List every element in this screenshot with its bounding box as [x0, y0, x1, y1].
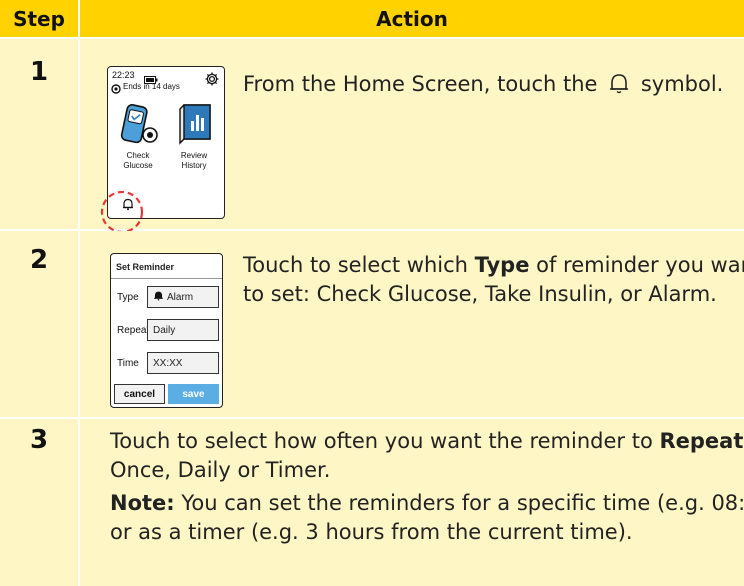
time-value: XX:XX — [153, 357, 183, 369]
screen-title: Set Reminder — [116, 262, 175, 272]
step-1-instruction: From the Home Screen, touch the symbol. — [243, 70, 723, 103]
bell-icon — [604, 71, 634, 103]
instruction-text: Once, Daily or Timer. — [110, 458, 331, 482]
action-cell-2: Set Reminder Type Alarm Repeat Daily Tim… — [80, 231, 744, 417]
step-3-instruction: Touch to select how often you want the r… — [110, 427, 744, 547]
instruction-text: Touch to select which — [243, 253, 468, 277]
step-number: 3 — [29, 425, 49, 455]
save-button[interactable]: save — [168, 384, 219, 404]
note-label: Note: — [110, 491, 175, 515]
step-number: 1 — [29, 57, 49, 87]
tile-label-line1: Check — [126, 151, 150, 160]
step-cell-2: 2 — [0, 231, 78, 417]
type-value: Alarm — [167, 291, 194, 303]
header-step: Step — [0, 0, 78, 37]
sensor-status: Ends in 14 days — [123, 82, 180, 91]
tile-label-line2: History — [181, 161, 207, 170]
divider — [111, 278, 222, 279]
repeat-value: Daily — [153, 324, 176, 336]
note-text: You can set the reminders for a specific… — [181, 491, 744, 515]
gear-icon[interactable] — [204, 71, 220, 92]
clock-time: 22:23 — [112, 70, 135, 80]
cancel-button[interactable]: cancel — [114, 384, 165, 404]
check-glucose-tile[interactable]: Check Glucose — [114, 103, 164, 183]
repeat-label: Repeat — [117, 325, 150, 336]
instruction-text: symbol. — [640, 72, 724, 96]
tile-label-line1: Review — [180, 151, 208, 160]
type-label: Type — [117, 292, 139, 303]
instruction-text: of reminder you want — [536, 253, 744, 277]
repeat-field[interactable]: Daily — [147, 319, 219, 341]
step-number: 2 — [29, 245, 49, 275]
history-book-icon — [176, 103, 214, 150]
time-label: Time — [117, 358, 139, 369]
review-history-tile[interactable]: Review History — [168, 103, 220, 183]
instruction-text: Touch to select how often you want the r… — [110, 429, 653, 453]
sensor-icon — [111, 81, 121, 99]
instruction-bold: Repeat — [659, 429, 744, 453]
note-text: or as a timer (e.g. 3 hours from the cur… — [110, 520, 633, 544]
action-cell-3: Touch to select how often you want the r… — [80, 419, 744, 586]
header-action: Action — [80, 0, 744, 37]
time-field[interactable]: XX:XX — [147, 352, 219, 374]
bell-icon — [153, 290, 164, 304]
step-cell-3: 3 — [0, 419, 78, 586]
tile-label-line2: Glucose — [123, 161, 153, 170]
instruction-table: Step Action 1 22:23 Ends in 14 days Chec… — [0, 0, 744, 586]
step-2-instruction: Touch to select which Type of reminder y… — [243, 251, 744, 309]
step-cell-1: 1 — [0, 39, 78, 229]
instruction-text: to set: Check Glucose, Take Insulin, or … — [243, 282, 717, 306]
set-reminder-screen-mockup: Set Reminder Type Alarm Repeat Daily Tim… — [110, 253, 223, 408]
action-cell-1: 22:23 Ends in 14 days Check Glucose Revi… — [80, 39, 744, 234]
type-field[interactable]: Alarm — [147, 286, 219, 308]
instruction-bold: Type — [474, 253, 530, 277]
glucose-meter-icon — [116, 103, 160, 152]
instruction-text: From the Home Screen, touch the — [243, 72, 598, 96]
